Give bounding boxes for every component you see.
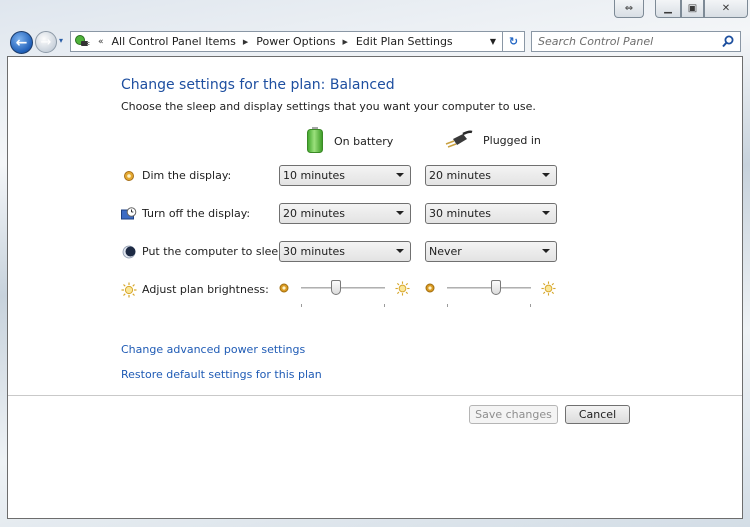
- selected-value: 30 minutes: [429, 207, 492, 220]
- refresh-icon: ↻: [508, 35, 519, 48]
- power-plug-icon: [445, 130, 473, 151]
- setting-label: Dim the display:: [142, 169, 232, 182]
- recent-pages-button[interactable]: ▾: [59, 36, 63, 45]
- brightness-battery-slider-group: [279, 279, 411, 307]
- back-arrow-icon: ←: [15, 34, 28, 51]
- battery-icon: [306, 126, 324, 157]
- selected-value: 10 minutes: [283, 169, 346, 182]
- search-icon[interactable]: [722, 35, 734, 51]
- forward-button[interactable]: →: [35, 31, 57, 53]
- chevron-down-icon: ▾: [59, 36, 64, 45]
- column-header-plugged-in: Plugged in: [445, 130, 541, 151]
- slider-tick: [447, 304, 448, 307]
- save-changes-button[interactable]: Save changes: [469, 405, 558, 424]
- page-subtitle: Choose the sleep and display settings th…: [121, 100, 536, 113]
- setting-row-sleep: Put the computer to sleep: 30 minutes Ne…: [121, 241, 561, 263]
- snap-icon: ⇔: [624, 3, 634, 14]
- setting-label: Put the computer to sleep:: [142, 245, 289, 258]
- chevron-down-icon: [396, 249, 404, 253]
- breadcrumb-separator-icon[interactable]: ▶: [243, 38, 248, 46]
- breadcrumb-all-control-panel-items[interactable]: All Control Panel Items: [112, 35, 236, 48]
- breadcrumb-power-options[interactable]: Power Options: [256, 35, 335, 48]
- snap-button[interactable]: ⇔: [614, 0, 644, 18]
- restore-default-settings-link[interactable]: Restore default settings for this plan: [121, 368, 322, 381]
- content-panel: Change settings for the plan: Balanced C…: [7, 56, 743, 519]
- column-header-on-battery: On battery: [306, 126, 393, 157]
- cancel-button[interactable]: Cancel: [565, 405, 630, 424]
- navigation-bar: ← → ▾ « All Control Panel Items ▶ Power …: [0, 28, 750, 56]
- maximize-icon: ▣: [687, 3, 698, 14]
- chevron-down-icon: [396, 211, 404, 215]
- breadcrumb-edit-plan-settings[interactable]: Edit Plan Settings: [356, 35, 453, 48]
- setting-label: Turn off the display:: [142, 207, 251, 220]
- chevron-down-icon: [542, 249, 550, 253]
- brightness-battery-slider[interactable]: [301, 280, 385, 307]
- power-options-icon: [74, 34, 90, 50]
- close-icon: ✕: [721, 3, 731, 14]
- breadcrumb-separator-icon[interactable]: ▶: [342, 38, 347, 46]
- setting-row-dim-display: Dim the display: 10 minutes 20 minutes: [121, 165, 561, 187]
- selected-value: 20 minutes: [283, 207, 346, 220]
- plugged-in-label: Plugged in: [483, 134, 541, 147]
- selected-value: 30 minutes: [283, 245, 346, 258]
- address-dropdown-icon[interactable]: ▼: [484, 32, 502, 51]
- maximize-button[interactable]: ▣: [681, 0, 704, 18]
- forward-arrow-icon: →: [40, 34, 52, 50]
- setting-label: Adjust plan brightness:: [142, 283, 269, 296]
- setting-row-brightness: Adjust plan brightness:: [121, 279, 561, 307]
- title-bar: ⇔ ▁ ▣ ✕: [0, 0, 750, 28]
- divider: [8, 395, 742, 396]
- back-button[interactable]: ←: [10, 31, 33, 54]
- slider-thumb[interactable]: [491, 280, 502, 295]
- setting-row-turn-off-display: Turn off the display: 20 minutes 30 minu…: [121, 203, 561, 225]
- dim-display-battery-select[interactable]: 10 minutes: [279, 165, 411, 186]
- dim-display-icon: [121, 168, 137, 184]
- display-off-icon: [121, 206, 137, 222]
- bright-brightness-icon: [541, 281, 556, 299]
- chevron-down-icon: [542, 211, 550, 215]
- search-input[interactable]: [538, 35, 718, 48]
- slider-tick: [301, 304, 302, 307]
- selected-value: 20 minutes: [429, 169, 492, 182]
- minimize-icon: ▁: [664, 3, 672, 14]
- on-battery-label: On battery: [334, 135, 394, 148]
- page-title: Change settings for the plan: Balanced: [121, 77, 395, 93]
- brightness-plugged-slider[interactable]: [447, 280, 531, 307]
- slider-tick: [384, 304, 385, 307]
- sleep-plugged-select[interactable]: Never: [425, 241, 557, 262]
- breadcrumb-overflow-icon[interactable]: «: [98, 37, 104, 47]
- turn-off-display-battery-select[interactable]: 20 minutes: [279, 203, 411, 224]
- dim-brightness-icon: [279, 283, 289, 296]
- minimize-button[interactable]: ▁: [655, 0, 681, 18]
- slider-thumb[interactable]: [330, 280, 341, 295]
- dim-display-plugged-select[interactable]: 20 minutes: [425, 165, 557, 186]
- dim-brightness-icon: [425, 283, 435, 296]
- close-button[interactable]: ✕: [704, 0, 748, 18]
- address-bar[interactable]: « All Control Panel Items ▶ Power Option…: [70, 31, 503, 52]
- slider-tick: [530, 304, 531, 307]
- brightness-sun-icon: [121, 282, 137, 298]
- chevron-down-icon: [396, 173, 404, 177]
- bright-brightness-icon: [395, 281, 410, 299]
- turn-off-display-plugged-select[interactable]: 30 minutes: [425, 203, 557, 224]
- chevron-down-icon: [542, 173, 550, 177]
- selected-value: Never: [429, 245, 462, 258]
- search-box[interactable]: [531, 31, 741, 52]
- refresh-button[interactable]: ↻: [503, 31, 525, 52]
- sleep-battery-select[interactable]: 30 minutes: [279, 241, 411, 262]
- sleep-moon-icon: [121, 244, 137, 260]
- change-advanced-power-settings-link[interactable]: Change advanced power settings: [121, 343, 305, 356]
- brightness-plugged-slider-group: [425, 279, 557, 307]
